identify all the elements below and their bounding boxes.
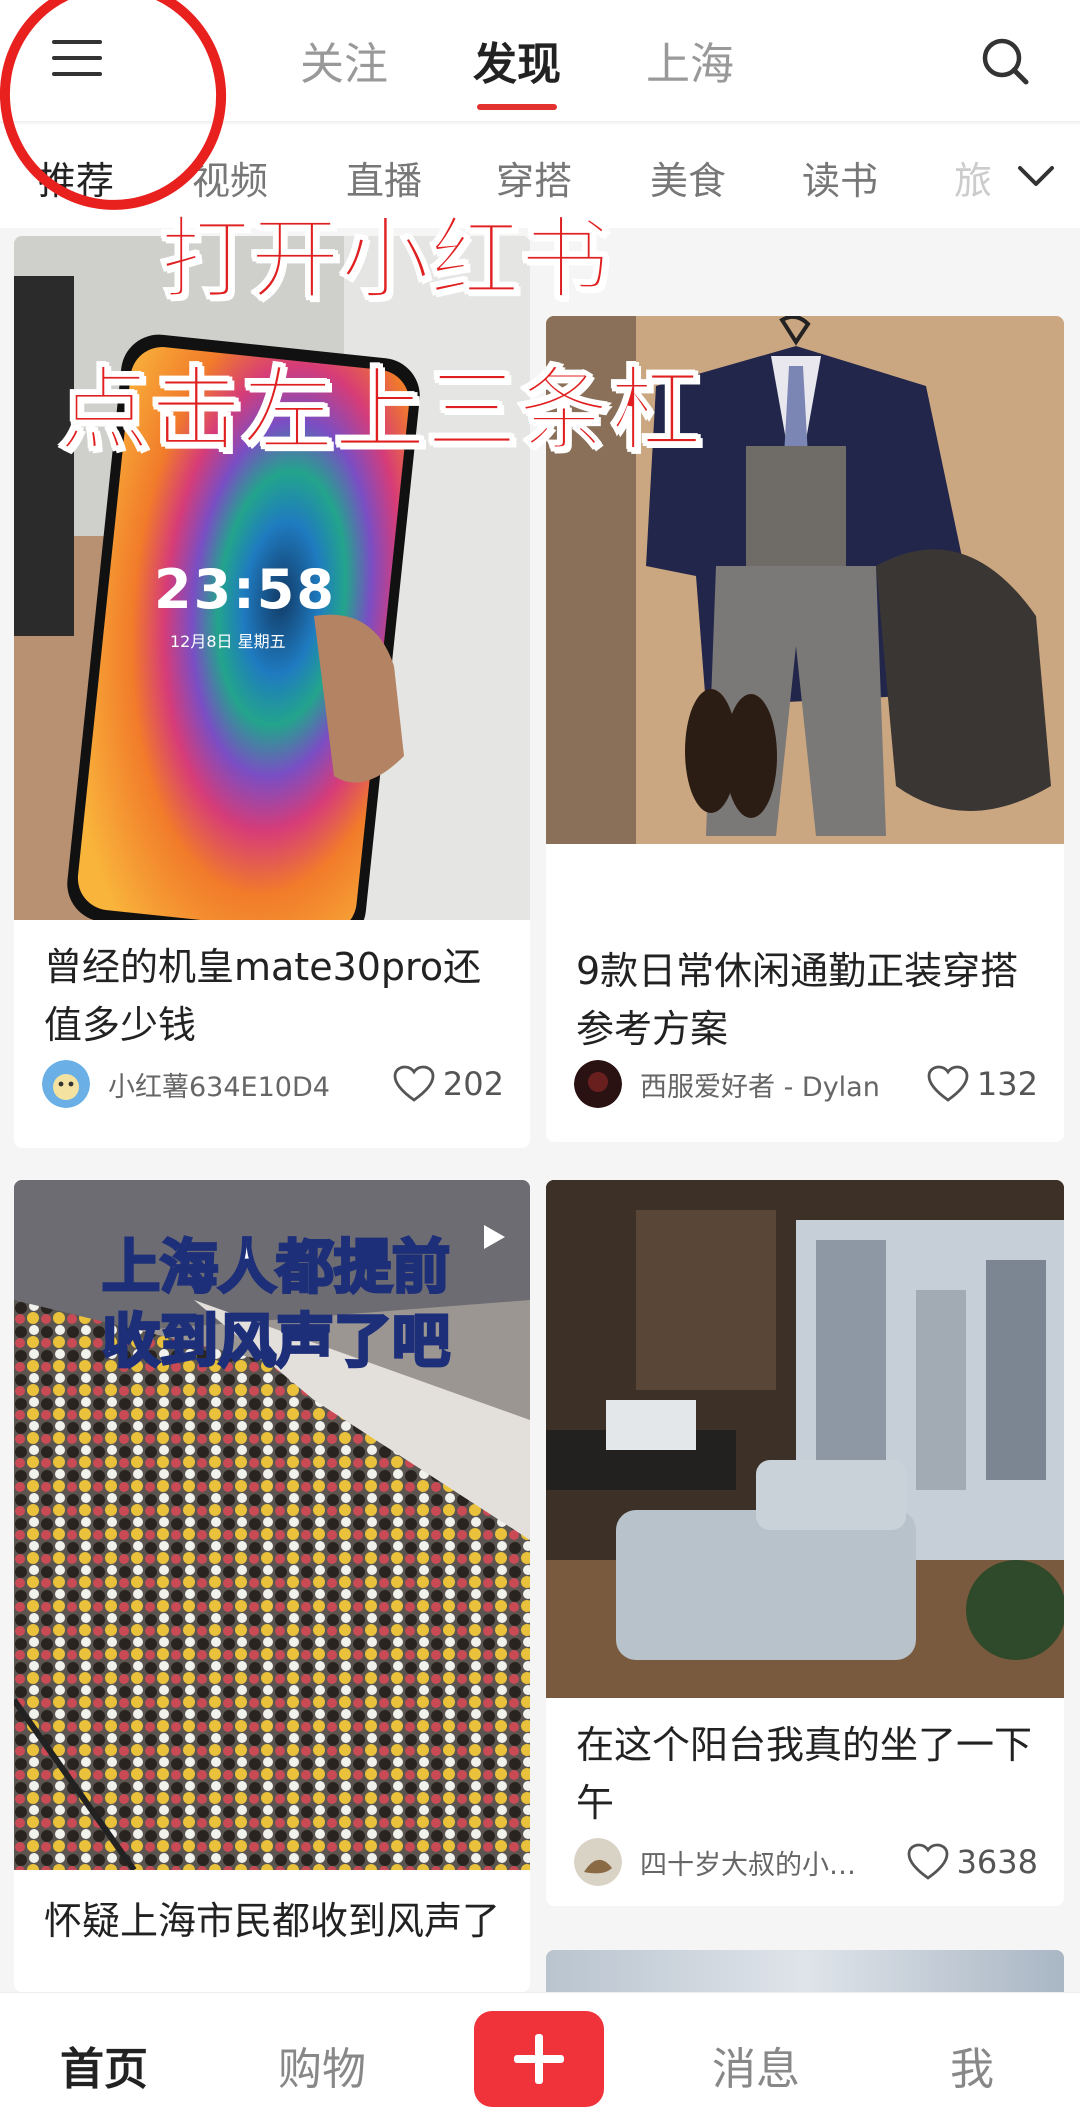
note-meta: 小红薯634E10D4 202 <box>42 1060 504 1108</box>
avatar[interactable] <box>42 1060 90 1108</box>
phone-clock-text: 23:58 <box>154 558 336 621</box>
note-card-3[interactable]: 上海人都提前 收到风声了吧 怀疑上海市民都收到风声了 <box>14 1180 530 1992</box>
tab-follow[interactable]: 关注 <box>300 28 388 92</box>
like-count: 3638 <box>956 1843 1038 1881</box>
note-meta: 四十岁大叔的小… 3638 <box>574 1838 1038 1886</box>
phone-date-text: 12月8日 星期五 <box>170 632 286 651</box>
top-tabs: 关注 发现 上海 <box>300 28 734 110</box>
like-button[interactable]: 132 <box>927 1065 1038 1103</box>
note-image-balcony <box>546 1180 1064 1698</box>
bottom-tab-bar: 首页 购物 消息 我 <box>0 1992 1080 2128</box>
like-count: 202 <box>442 1065 504 1103</box>
author-name[interactable]: 小红薯634E10D4 <box>108 1065 393 1104</box>
category-reading[interactable]: 读书 <box>802 150 878 205</box>
heart-icon <box>907 1843 948 1880</box>
annotation-text-1: 打开小红书 <box>159 206 611 313</box>
avatar[interactable] <box>574 1060 622 1108</box>
overlay-line-1: 上海人都提前 <box>100 1232 451 1303</box>
like-count: 132 <box>976 1065 1038 1103</box>
tab-home[interactable]: 首页 <box>60 2033 148 2097</box>
tab-messages[interactable]: 消息 <box>712 2033 800 2097</box>
note-card-4[interactable]: 在这个阳台我真的坐了一下午 四十岁大叔的小… 3638 <box>546 1180 1064 1906</box>
crowd-overlay-text: 上海人都提前 收到风声了吧 <box>66 1230 486 1378</box>
category-travel[interactable]: 旅 <box>954 150 992 205</box>
tab-discover[interactable]: 发现 <box>473 28 561 110</box>
note-meta: 西服爱好者 - Dylan 132 <box>574 1060 1038 1108</box>
note-title: 曾经的机皇mate30pro还值多少钱 <box>44 945 482 1047</box>
play-icon <box>484 1225 505 1249</box>
note-title: 在这个阳台我真的坐了一下午 <box>576 1723 1033 1825</box>
author-name[interactable]: 西服爱好者 - Dylan <box>640 1065 927 1104</box>
overlay-line-2: 收到风声了吧 <box>100 1306 451 1377</box>
tab-local[interactable]: 上海 <box>646 28 734 92</box>
note-title: 9款日常休闲通勤正装穿搭参考方案 <box>576 949 1019 1051</box>
avatar[interactable] <box>574 1838 622 1886</box>
search-icon[interactable] <box>980 36 1030 86</box>
tab-me[interactable]: 我 <box>950 2033 994 2097</box>
category-food[interactable]: 美食 <box>650 150 726 205</box>
like-button[interactable]: 3638 <box>907 1843 1038 1881</box>
author-name[interactable]: 四十岁大叔的小… <box>640 1843 907 1882</box>
tab-shop[interactable]: 购物 <box>278 2033 366 2097</box>
annotation-text-2: 点击左上三条杠 <box>57 356 703 465</box>
chevron-down-icon[interactable] <box>1000 124 1080 228</box>
heart-icon <box>927 1065 969 1102</box>
note-image-crowd: 上海人都提前 收到风声了吧 <box>14 1180 530 1870</box>
heart-icon <box>393 1065 435 1102</box>
like-button[interactable]: 202 <box>393 1065 504 1103</box>
plus-icon[interactable] <box>474 2011 604 2107</box>
note-title: 怀疑上海市民都收到风声了 <box>44 1899 501 1943</box>
